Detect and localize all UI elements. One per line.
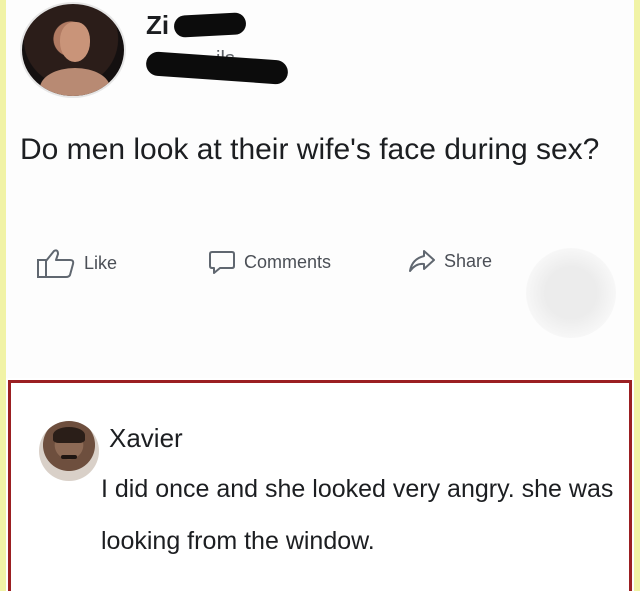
comment-icon — [208, 248, 236, 276]
share-label: Share — [444, 250, 493, 271]
highlighted-comment: Xavier I did once and she looked very an… — [8, 380, 632, 591]
post-card: Zi ils Do men look at their wife's face … — [6, 0, 634, 378]
author-name[interactable]: Zi — [146, 10, 169, 41]
avatar-hair — [53, 427, 85, 443]
like-icon — [36, 248, 76, 278]
comment-text: I did once and she looked very angry. sh… — [101, 475, 614, 555]
commenter-name[interactable]: Xavier — [109, 423, 183, 454]
right-edge — [634, 0, 640, 591]
post-actions: Like Comments Share — [36, 248, 596, 288]
like-label: Like — [84, 252, 118, 273]
share-button[interactable]: Share — [408, 248, 492, 274]
author-avatar[interactable] — [20, 2, 126, 98]
comments-button[interactable]: Comments — [208, 248, 331, 276]
blurred-artifact — [526, 248, 616, 338]
author-redaction — [173, 12, 247, 38]
like-button[interactable]: Like — [36, 248, 117, 278]
post-text: Do men look at their wife's face during … — [20, 133, 600, 166]
commenter-avatar[interactable] — [39, 421, 99, 481]
avatar-face — [60, 22, 90, 62]
avatar-mustache — [61, 455, 77, 459]
subtitle-redaction — [145, 51, 289, 85]
comments-label: Comments — [244, 251, 332, 272]
share-icon — [408, 248, 436, 274]
avatar-shoulder — [40, 68, 110, 96]
